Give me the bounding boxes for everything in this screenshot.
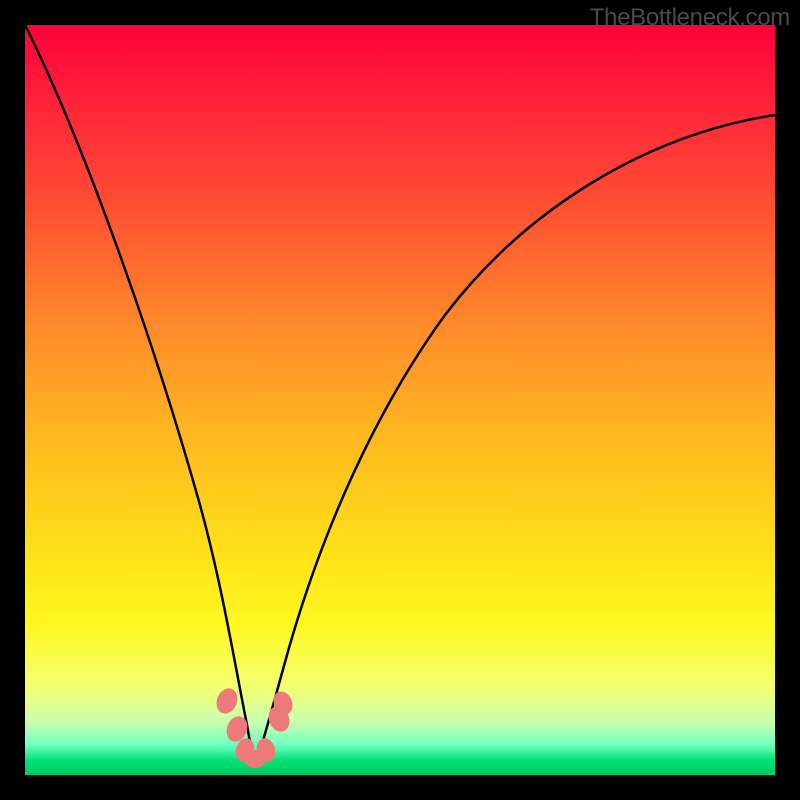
marker-group: [213, 685, 296, 768]
chart-plot-area: [25, 25, 775, 775]
curve-marker: [213, 685, 241, 717]
bottleneck-curve: [25, 25, 775, 762]
watermark-text: TheBottleneck.com: [590, 4, 790, 32]
bottleneck-curve-svg: [25, 25, 775, 775]
